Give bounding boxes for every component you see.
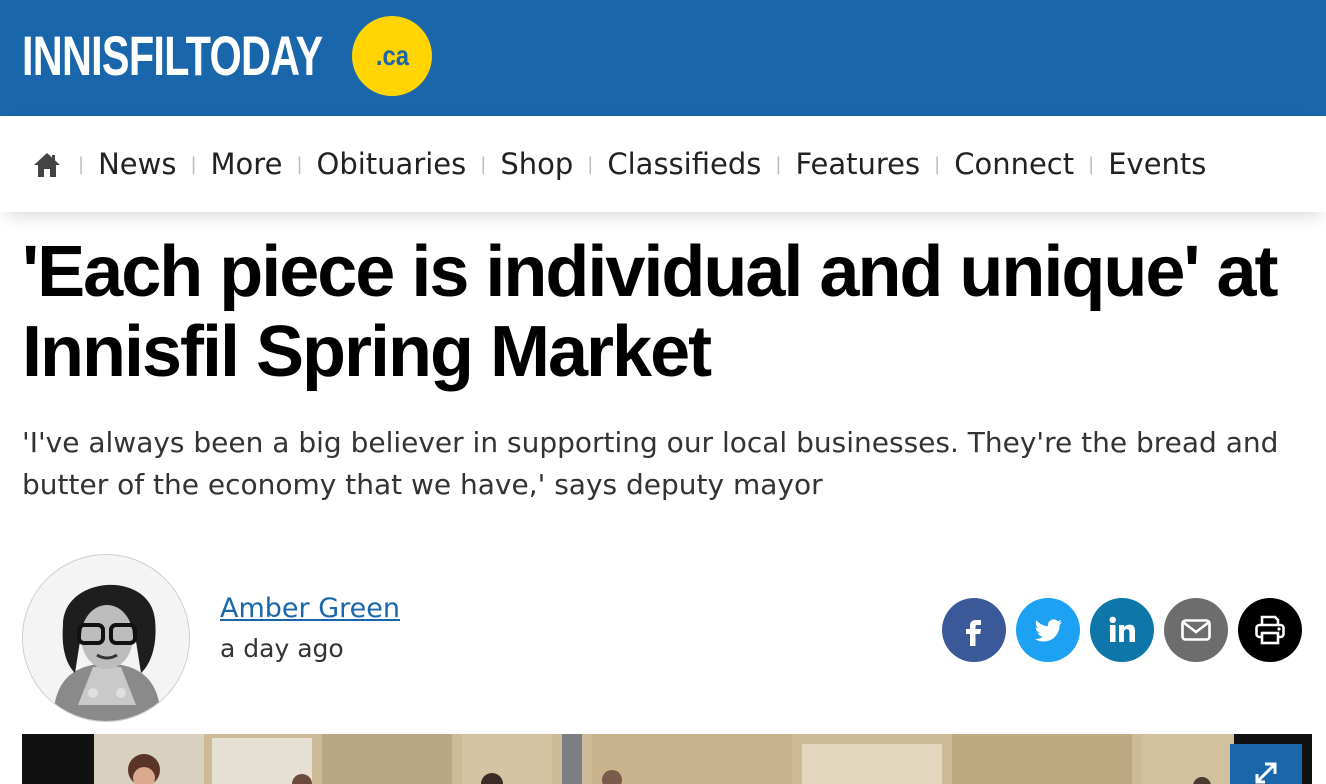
nav-separator: | (78, 153, 85, 175)
logo-badge: .ca (352, 16, 432, 96)
print-button[interactable] (1238, 598, 1302, 662)
nav-separator: | (296, 153, 303, 175)
expand-icon (1255, 762, 1277, 784)
nav-separator: | (587, 153, 594, 175)
nav-separator: | (1088, 153, 1095, 175)
site-logo[interactable]: INNISFILTODAY .ca (22, 16, 432, 96)
nav-item-more[interactable]: More (211, 147, 283, 181)
email-icon (1181, 619, 1211, 641)
article-headline: 'Each piece is individual and unique' at… (22, 232, 1279, 392)
twitter-icon (1035, 619, 1062, 642)
article-subheadline: 'I've always been a big believer in supp… (22, 426, 1279, 501)
nav-separator: | (775, 153, 782, 175)
nav-item-connect[interactable]: Connect (954, 147, 1074, 181)
facebook-share-button[interactable] (942, 598, 1006, 662)
nav-item-events[interactable]: Events (1108, 147, 1206, 181)
email-share-button[interactable] (1164, 598, 1228, 662)
site-header: INNISFILTODAY .ca (0, 0, 1326, 116)
nav-separator: | (934, 153, 941, 175)
author-name-link[interactable]: Amber Green (220, 593, 400, 624)
logo-badge-text: .ca (375, 40, 409, 71)
main-nav: | News | More | Obituaries | Shop | Clas… (0, 116, 1326, 212)
article-photo[interactable] (22, 734, 1312, 784)
nav-item-features[interactable]: Features (795, 147, 920, 181)
nav-separator: | (190, 153, 197, 175)
expand-photo-button[interactable] (1230, 744, 1302, 784)
linkedin-icon (1109, 616, 1135, 642)
twitter-share-button[interactable] (1016, 598, 1080, 662)
nav-separator: | (480, 153, 487, 175)
nav-item-classifieds[interactable]: Classifieds (607, 147, 761, 181)
linkedin-share-button[interactable] (1090, 598, 1154, 662)
nav-item-obituaries[interactable]: Obituaries (317, 147, 467, 181)
logo-text: INNISFILTODAY (22, 24, 323, 87)
facebook-icon (966, 620, 981, 646)
nav-item-news[interactable]: News (98, 147, 176, 181)
home-icon[interactable] (32, 149, 62, 179)
published-time: a day ago (220, 634, 344, 663)
print-icon (1255, 615, 1285, 645)
nav-item-shop[interactable]: Shop (500, 147, 573, 181)
author-avatar[interactable] (22, 554, 190, 722)
